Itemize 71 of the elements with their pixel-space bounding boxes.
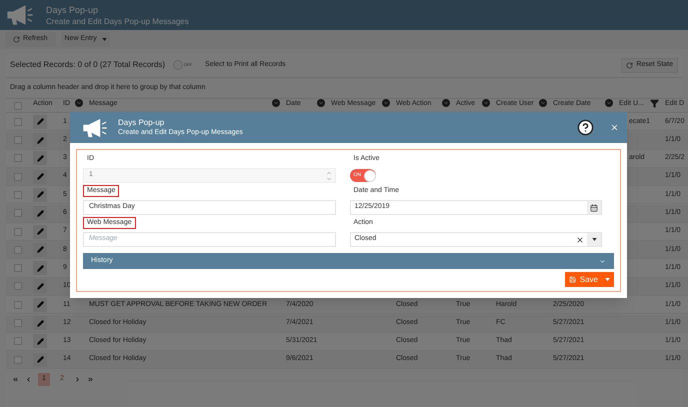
edit-icon (36, 210, 44, 217)
edit-button[interactable] (33, 352, 47, 367)
save-button[interactable]: Save (564, 272, 614, 287)
save-icon (568, 276, 576, 283)
edit-button[interactable] (33, 224, 47, 239)
column-menu-icon[interactable] (272, 99, 280, 107)
row-checkbox[interactable] (14, 246, 22, 254)
edit-icon (36, 154, 44, 162)
edit-icon (36, 338, 44, 345)
column-menu-icon[interactable] (539, 99, 547, 107)
edit-button[interactable] (33, 334, 47, 348)
column-menu-icon[interactable] (317, 99, 325, 107)
column-menu-icon[interactable] (75, 99, 83, 107)
edit-button[interactable] (33, 133, 47, 148)
column-menu-icon[interactable] (482, 99, 490, 107)
prev-page-icon[interactable] (25, 376, 32, 383)
column-menu-icon[interactable] (442, 99, 450, 107)
row-checkbox[interactable] (14, 337, 22, 346)
column-menu-icon[interactable] (605, 99, 613, 107)
header-checkbox[interactable] (14, 102, 22, 110)
edit-icon (36, 246, 44, 254)
edit-button[interactable] (33, 298, 47, 312)
megaphone-icon (82, 116, 108, 138)
edit-icon (36, 228, 44, 236)
row-checkbox[interactable] (14, 118, 22, 126)
edit-button[interactable] (33, 261, 47, 276)
row-checkbox[interactable] (14, 190, 22, 199)
edit-icon (36, 301, 44, 308)
calendar-icon[interactable] (590, 204, 598, 212)
edit-icon (36, 191, 44, 198)
edit-icon (36, 173, 44, 180)
refresh-icon (13, 36, 20, 43)
first-page-icon[interactable] (12, 376, 19, 383)
row-checkbox[interactable] (14, 154, 22, 162)
edit-button[interactable] (33, 188, 47, 202)
edit-icon (36, 264, 44, 272)
chevron-icon (599, 258, 606, 264)
app-subtitle: Create and Edit Days Pop-up Messages (46, 16, 189, 26)
edit-button[interactable] (33, 206, 47, 220)
close-icon[interactable] (610, 123, 619, 132)
row-checkbox[interactable] (14, 264, 22, 272)
clear-icon[interactable] (576, 236, 584, 244)
help-icon[interactable] (577, 119, 594, 136)
edit-icon (36, 320, 44, 327)
megaphone-icon (6, 4, 34, 26)
column-menu-icon[interactable] (382, 99, 390, 107)
edit-button[interactable] (33, 170, 47, 184)
edit-icon (36, 282, 44, 290)
edit-button[interactable] (33, 242, 47, 257)
edit-button[interactable] (33, 279, 47, 294)
dialog-title: Days Pop-up (118, 118, 166, 128)
row-checkbox[interactable] (14, 172, 22, 181)
row-checkbox[interactable] (14, 300, 22, 309)
filter-icon[interactable] (650, 99, 659, 108)
selection-summary: Selected Records: 0 of 0 (27 Total Records) (10, 59, 166, 71)
reset-icon (626, 62, 634, 68)
edit-icon (36, 118, 44, 126)
edit-button[interactable] (33, 114, 47, 129)
edit-button[interactable] (33, 151, 47, 166)
next-page-icon[interactable] (74, 376, 81, 383)
row-checkbox[interactable] (14, 319, 22, 328)
row-checkbox[interactable] (14, 136, 22, 144)
row-checkbox[interactable] (14, 282, 22, 290)
edit-button[interactable] (33, 316, 47, 330)
last-page-icon[interactable] (87, 376, 94, 383)
edit-icon (36, 136, 44, 144)
row-checkbox[interactable] (14, 209, 22, 218)
edit-icon (36, 356, 44, 364)
row-checkbox[interactable] (14, 356, 22, 364)
row-checkbox[interactable] (14, 228, 22, 236)
app-title: Days Pop-up (46, 4, 100, 16)
